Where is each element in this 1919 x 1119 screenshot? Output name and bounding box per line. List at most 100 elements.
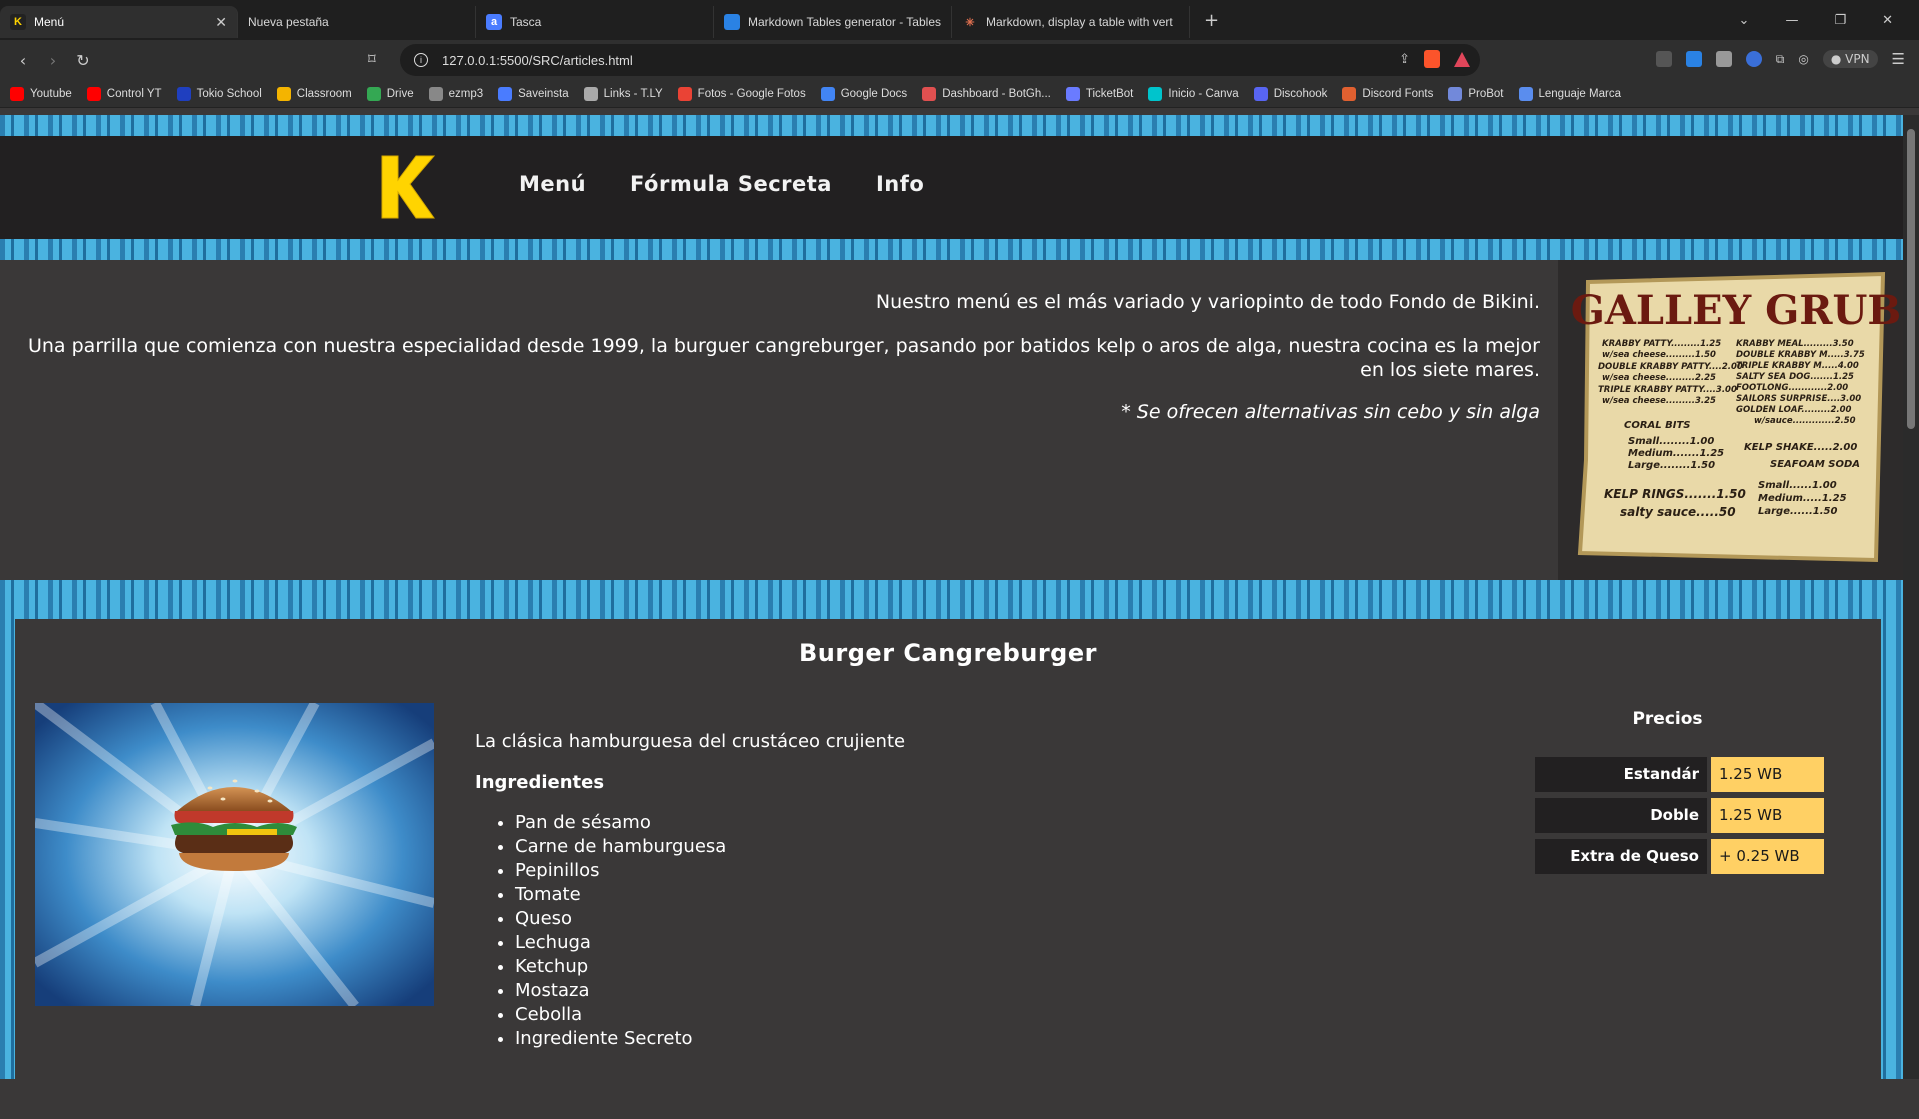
tab-search-icon[interactable]: ⌄: [1739, 13, 1750, 28]
forward-icon[interactable]: ›: [38, 51, 68, 70]
bookmark-label: Fotos - Google Fotos: [697, 87, 806, 100]
bookmark-favicon-icon: [366, 86, 381, 101]
minimize-icon[interactable]: —: [1785, 13, 1798, 28]
scrollbar-thumb[interactable]: [1907, 129, 1915, 429]
prices-heading: Precios: [1632, 709, 1703, 729]
intro-paragraph: Una parrilla que comienza con nuestra es…: [27, 335, 1540, 381]
extension-icon[interactable]: [1685, 51, 1702, 67]
tab-new[interactable]: Nueva pestaña: [238, 6, 476, 38]
price-label: Estandár: [1535, 757, 1707, 792]
menu-board-row: CORAL BITS: [1624, 420, 1691, 431]
restore-icon[interactable]: ❐: [1834, 13, 1846, 28]
intro-section: Nuestro menú es el más variado y variopi…: [0, 260, 1903, 580]
bookmark-item[interactable]: Lenguaje Marca: [1518, 86, 1621, 101]
ingredient-item: Mostaza: [515, 979, 905, 1003]
back-icon[interactable]: ‹: [8, 51, 38, 70]
price-label: Doble: [1535, 798, 1707, 833]
tab-title: Markdown, display a table with vert: [986, 15, 1173, 29]
bookmark-icon[interactable]: ⌑: [368, 50, 376, 68]
vpn-button[interactable]: ● VPN: [1822, 50, 1878, 68]
bookmark-item[interactable]: Links - T.LY: [583, 86, 663, 101]
tab-title: Tasca: [510, 15, 542, 29]
bookmark-favicon-icon: [583, 86, 598, 101]
price-value: 1.25 WB: [1711, 757, 1824, 792]
bookmark-item[interactable]: Google Docs: [820, 86, 907, 101]
nav-formula-link[interactable]: Fórmula Secreta: [630, 172, 832, 196]
price-value: + 0.25 WB: [1711, 839, 1824, 874]
bookmark-label: Lenguaje Marca: [1538, 87, 1621, 100]
bookmark-item[interactable]: Saveinsta: [498, 86, 569, 101]
tab-tasca[interactable]: a Tasca: [476, 6, 714, 38]
extension-icon[interactable]: [1715, 51, 1732, 67]
extension-icon[interactable]: [1655, 51, 1672, 67]
bookmark-label: Drive: [386, 87, 414, 100]
menu-board-row: w/sauce.............2.50: [1754, 416, 1856, 426]
address-bar[interactable]: i 127.0.0.1:5500/SRC/articles.html ⇪: [400, 44, 1480, 76]
browser-toolbar: ‹ › ↻ ⌑ i 127.0.0.1:5500/SRC/articles.ht…: [0, 40, 1919, 80]
bookmark-favicon-icon: [677, 86, 692, 101]
product-lead: La clásica hamburguesa del crustáceo cru…: [475, 731, 906, 752]
menu-board-row: w/sea cheese.........2.25: [1602, 373, 1716, 383]
menu-board-row: salty sauce.....50: [1620, 505, 1736, 519]
bookmark-label: Inicio - Canva: [1168, 87, 1239, 100]
bookmark-item[interactable]: ezmp3: [428, 86, 483, 101]
tab-markdown-tables[interactable]: Markdown Tables generator - Tables: [714, 6, 952, 38]
ingredient-item: Queso: [515, 907, 905, 931]
reload-icon[interactable]: ↻: [68, 51, 98, 70]
puzzle-icon[interactable]: ⧉: [1776, 52, 1785, 67]
tab-menu[interactable]: K Menú ✕: [0, 6, 238, 38]
close-window-icon[interactable]: ✕: [1882, 13, 1893, 28]
menu-board-row: Large......1.50: [1758, 506, 1838, 517]
page-scrollbar[interactable]: [1903, 115, 1919, 1079]
ingredient-item: Pepinillos: [515, 859, 905, 883]
extension-icon[interactable]: [1745, 51, 1762, 67]
sparkle-icon: ✳: [965, 16, 975, 29]
k-logo-icon[interactable]: [380, 154, 436, 220]
tab-markdown-display[interactable]: ✳ Markdown, display a table with vert: [952, 6, 1190, 38]
ingredient-item: Tomate: [515, 883, 905, 907]
ingredients-list: Pan de sésamoCarne de hamburguesaPepinil…: [475, 811, 905, 1051]
bookmark-item[interactable]: Classroom: [276, 86, 352, 101]
menu-board-row: DOUBLE KRABBY PATTY....2.00: [1598, 362, 1743, 372]
window-controls: ⌄ — ❐ ✕: [1739, 0, 1919, 40]
bookmark-item[interactable]: Tokio School: [176, 86, 262, 101]
bookmark-item[interactable]: ProBot: [1448, 86, 1504, 101]
site-info-icon[interactable]: i: [414, 53, 428, 67]
galley-grub-menu-image: GALLEY GRUB KRABBY PATTY.........1.25 w/…: [1558, 260, 1903, 580]
new-tab-button[interactable]: +: [1204, 10, 1219, 31]
bookmark-favicon-icon: [86, 86, 101, 101]
tab-title: Markdown Tables generator - Tables: [748, 15, 941, 29]
url-actions: ⇪: [1399, 50, 1470, 68]
bookmark-item[interactable]: TicketBot: [1065, 86, 1133, 101]
bookmark-item[interactable]: Dashboard - BotGh...: [922, 86, 1051, 101]
nav-menu-link[interactable]: Menú: [519, 172, 586, 196]
menu-icon[interactable]: ☰: [1892, 50, 1905, 68]
browser-tab-strip: K Menú ✕ Nueva pestaña a Tasca Markdown …: [0, 0, 1919, 40]
bookmark-item[interactable]: Control YT: [86, 86, 162, 101]
bookmark-item[interactable]: Youtube: [10, 86, 72, 101]
bookmark-label: Saveinsta: [518, 87, 569, 100]
brave-shield-icon[interactable]: [1424, 50, 1440, 68]
close-tab-icon[interactable]: ✕: [215, 14, 227, 31]
bookmark-label: Discohook: [1273, 87, 1328, 100]
bookmark-item[interactable]: Inicio - Canva: [1148, 86, 1239, 101]
share-icon[interactable]: ⇪: [1399, 51, 1410, 67]
tab-title: Menú: [34, 15, 65, 29]
bookmark-label: Classroom: [296, 87, 352, 100]
ingredient-item: Ingrediente Secreto: [515, 1027, 905, 1051]
price-row: Doble 1.25 WB: [1535, 798, 1840, 833]
menu-board-row: Medium.....1.25: [1758, 493, 1847, 504]
product-description: La clásica hamburguesa del crustáceo cru…: [475, 731, 905, 1051]
ingredient-item: Pan de sésamo: [515, 811, 905, 835]
wallet-icon[interactable]: ◎: [1798, 52, 1808, 66]
intro-paragraph: Nuestro menú es el más variado y variopi…: [875, 291, 1540, 313]
bookmark-favicon-icon: [498, 86, 513, 101]
menu-board-row: KELP SHAKE.....2.00: [1744, 442, 1857, 453]
bookmark-item[interactable]: Discord Fonts: [1342, 86, 1433, 101]
bookmark-item[interactable]: Fotos - Google Fotos: [677, 86, 806, 101]
product-title: Burger Cangreburger: [799, 639, 1097, 667]
nav-info-link[interactable]: Info: [876, 172, 924, 196]
bookmark-item[interactable]: Discohook: [1253, 86, 1328, 101]
brave-rewards-icon[interactable]: [1454, 51, 1470, 67]
bookmark-item[interactable]: Drive: [366, 86, 414, 101]
